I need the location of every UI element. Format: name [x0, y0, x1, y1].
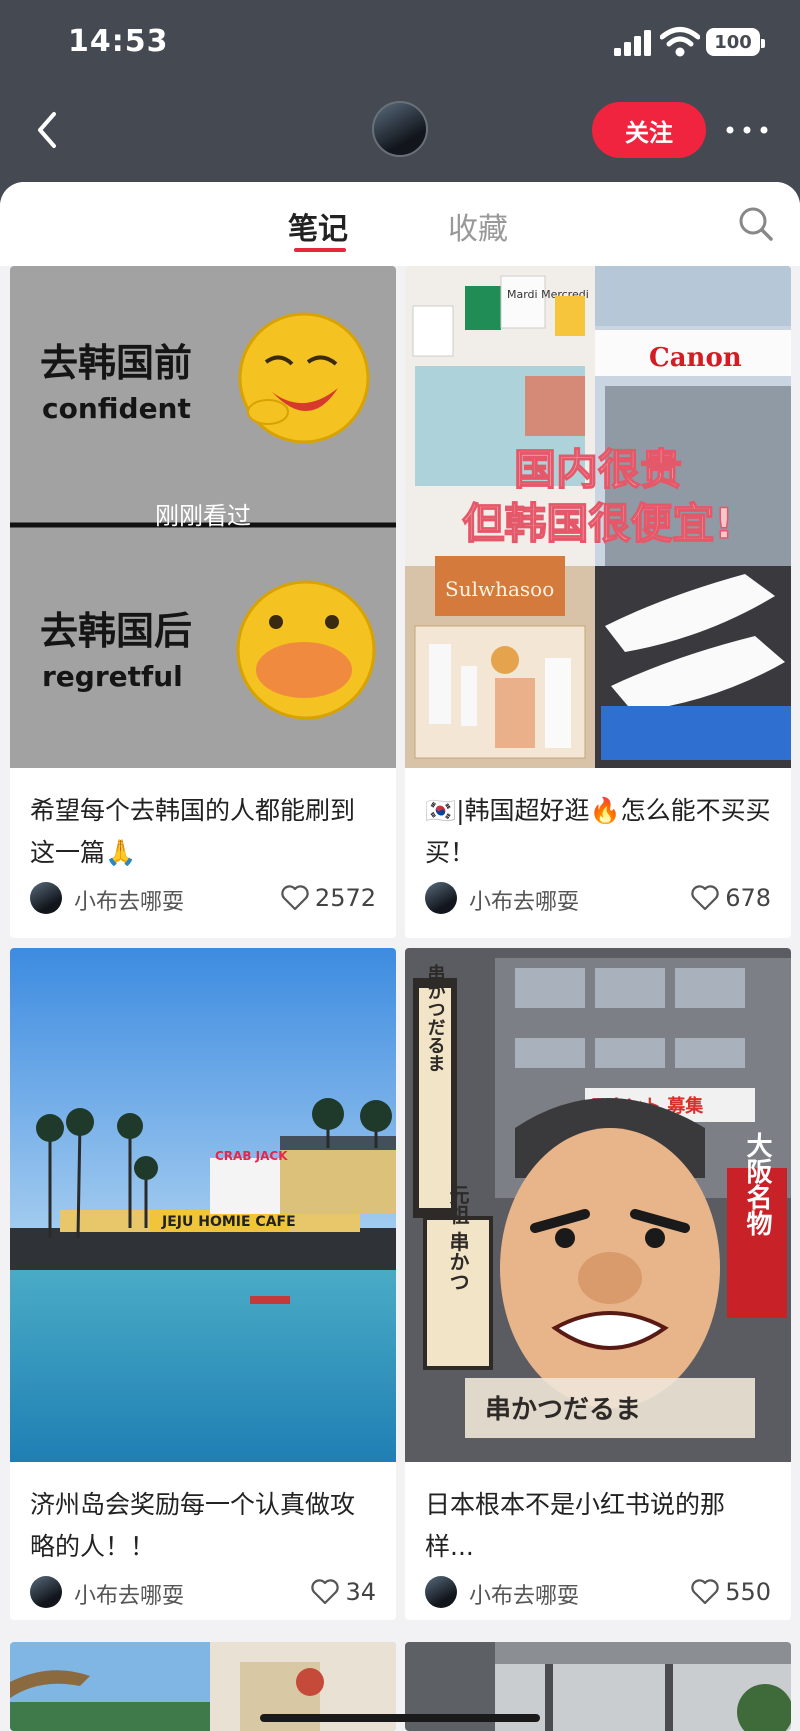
- back-chevron-icon[interactable]: [30, 106, 70, 154]
- author-name[interactable]: 小布去哪耍: [74, 1578, 184, 1610]
- battery-indicator: 100: [706, 28, 765, 56]
- cover-text-sulwhasoo: Sulwhasoo: [445, 577, 554, 601]
- wifi-icon: [660, 27, 700, 57]
- more-options-icon[interactable]: [722, 116, 772, 144]
- cover-text-canon: Canon: [649, 343, 742, 373]
- author-avatar[interactable]: [30, 882, 62, 914]
- status-time: 14:53: [68, 24, 169, 59]
- like-count: 678: [725, 884, 771, 912]
- note-card[interactable]: テナント 募集 串かつだるま 元祖 串かつ 大阪名物 串かつだるま 日本根本不是…: [405, 948, 791, 1620]
- note-cover-image: テナント 募集 串かつだるま 元祖 串かつ 大阪名物 串かつだるま: [405, 948, 791, 1462]
- author-name[interactable]: 小布去哪耍: [469, 884, 579, 916]
- battery-level: 100: [714, 31, 752, 53]
- profile-header: 14:53 100 关注: [0, 0, 800, 210]
- cover-headline-2: 但韩国很便宜!: [462, 499, 733, 548]
- heart-icon: [691, 1579, 719, 1605]
- cover-text-before-cn: 去韩国前: [40, 341, 192, 385]
- like-button[interactable]: 550: [691, 1576, 771, 1608]
- content-sheet: 笔记 收藏 去韩国前 confident 去韩国后 regretful 刚刚看过…: [0, 182, 800, 1731]
- cover-text-left: 元祖 串かつ: [446, 1185, 470, 1292]
- note-meta: 小布去哪耍 2572: [30, 878, 376, 918]
- author-avatar[interactable]: [425, 882, 457, 914]
- cover-text-vertical: 串かつだるま: [425, 964, 446, 1072]
- search-icon[interactable]: [736, 204, 776, 244]
- status-bar: 14:53 100: [0, 0, 800, 86]
- like-button[interactable]: 34: [311, 1576, 376, 1608]
- note-title: 希望每个去韩国的人都能刷到这一篇🙏: [30, 796, 356, 867]
- like-button[interactable]: 678: [691, 882, 771, 914]
- active-tab-indicator: [294, 248, 346, 252]
- note-cover-image: JEJU HOMIE CAFE CRAB JACK: [10, 948, 396, 1462]
- heart-icon: [281, 885, 309, 911]
- tab-notes[interactable]: 笔记: [288, 204, 348, 248]
- note-card[interactable]: 去韩国前 confident 去韩国后 regretful 刚刚看过 希望每个去…: [10, 266, 396, 938]
- nav-bar: 关注: [0, 86, 800, 186]
- cover-text-after-cn: 去韩国后: [40, 609, 192, 653]
- note-cover-image: Mardi Mercredi Canon 国内很贵 但韩国很便宜! Sulwha…: [405, 266, 791, 768]
- note-meta: 小布去哪耍 550: [425, 1572, 771, 1612]
- like-button[interactable]: 2572: [281, 882, 376, 914]
- heart-icon: [691, 885, 719, 911]
- cover-text-crab: CRAB JACK: [215, 1149, 288, 1163]
- like-count: 2572: [314, 884, 376, 912]
- tab-bar: 笔记 收藏: [0, 182, 800, 266]
- note-card[interactable]: JEJU HOMIE CAFE CRAB JACK 济州岛会奖励每一个认真做攻略…: [10, 948, 396, 1620]
- cover-text-cafe: JEJU HOMIE CAFE: [161, 1214, 296, 1230]
- note-title: 济州岛会奖励每一个认真做攻略的人！！: [30, 1490, 356, 1561]
- signal-icon: [614, 30, 651, 56]
- follow-button[interactable]: 关注: [592, 102, 706, 158]
- tab-collections[interactable]: 收藏: [448, 204, 508, 248]
- home-indicator: [260, 1714, 540, 1722]
- author-name[interactable]: 小布去哪耍: [74, 884, 184, 916]
- like-count: 34: [345, 1578, 376, 1606]
- cover-headline-1: 国内很贵: [514, 445, 682, 494]
- like-count: 550: [725, 1578, 771, 1606]
- note-meta: 小布去哪耍 678: [425, 878, 771, 918]
- note-title: 日本根本不是小红书说的那样...: [425, 1490, 726, 1561]
- note-meta: 小布去哪耍 34: [30, 1572, 376, 1612]
- cover-text-right: 大阪名物: [742, 1132, 772, 1236]
- cover-text-bottom: 串かつだるま: [485, 1395, 641, 1425]
- note-card[interactable]: Mardi Mercredi Canon 国内很贵 但韩国很便宜! Sulwha…: [405, 266, 791, 938]
- cover-text-after-en: regretful: [42, 660, 183, 693]
- note-title: 🇰🇷|韩国超好逛🔥怎么能不买买买！: [425, 796, 771, 867]
- user-avatar[interactable]: [372, 101, 428, 157]
- author-avatar[interactable]: [425, 1576, 457, 1608]
- heart-icon: [311, 1579, 340, 1605]
- author-name[interactable]: 小布去哪耍: [469, 1578, 579, 1610]
- cover-text-before-en: confident: [42, 392, 191, 425]
- author-avatar[interactable]: [30, 1576, 62, 1608]
- recently-viewed-label: 刚刚看过: [155, 502, 251, 530]
